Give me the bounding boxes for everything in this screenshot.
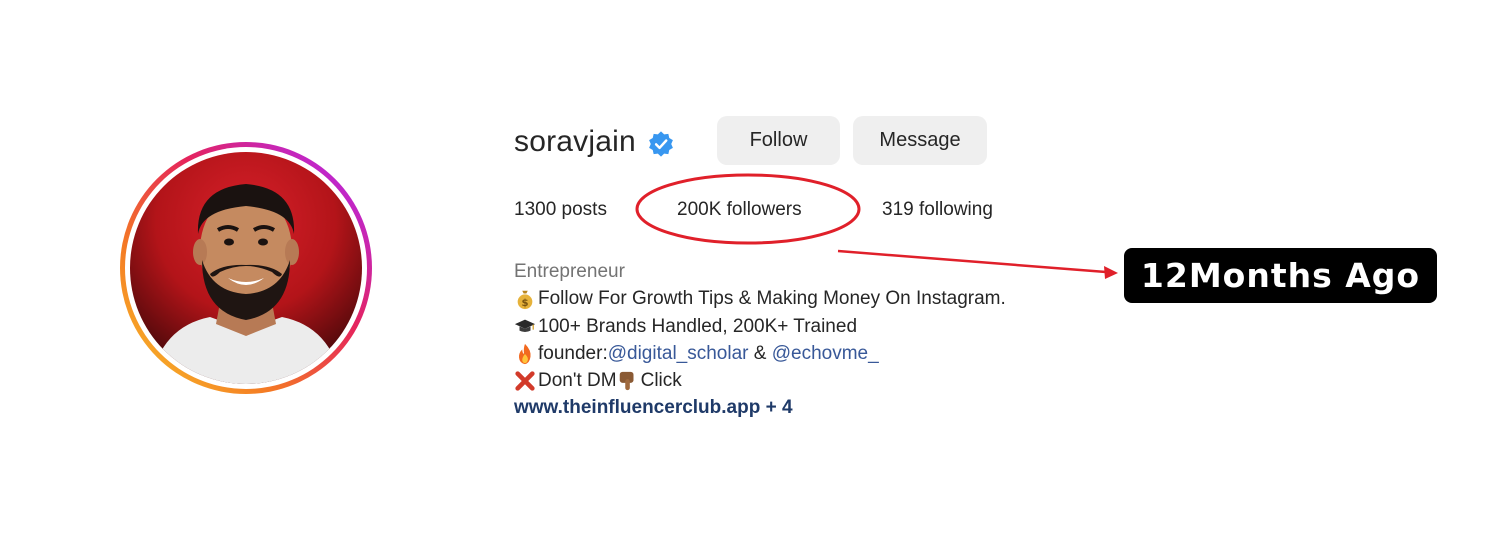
- verified-badge-icon: [649, 131, 673, 157]
- posts-count: 1300 posts: [514, 199, 607, 220]
- story-ring[interactable]: [120, 142, 372, 394]
- bio: Entrepreneur $ Follow For Growth Tips & …: [514, 258, 1006, 422]
- annotation-arrow-head: [1104, 266, 1118, 279]
- avatar-portrait: [150, 184, 342, 384]
- bio-line: 100+ Brands Handled, 200K+ Trained: [514, 313, 1006, 340]
- mention-echovme[interactable]: @echovme_: [772, 340, 879, 367]
- message-button[interactable]: Message: [853, 116, 987, 165]
- cross-mark-icon: [515, 371, 535, 391]
- mention-digital-scholar[interactable]: @digital_scholar: [608, 340, 749, 367]
- username[interactable]: soravjain: [514, 125, 636, 159]
- follow-button[interactable]: Follow: [717, 116, 840, 165]
- avatar[interactable]: [130, 152, 362, 384]
- bio-link[interactable]: www.theinfluencerclub.app + 4: [514, 394, 1006, 421]
- bio-line: $ Follow For Growth Tips & Making Money …: [514, 285, 1006, 312]
- bio-line-2: 100+ Brands Handled, 200K+ Trained: [538, 315, 858, 337]
- following-count[interactable]: 319 following: [882, 199, 993, 221]
- svg-text:$: $: [521, 298, 528, 309]
- bio-line: Don't DM Click: [514, 367, 1006, 394]
- bio-line-4a: Don't DM: [538, 370, 617, 392]
- fire-icon: [518, 343, 531, 364]
- bio-line-3-prefix: founder:: [538, 342, 608, 364]
- bio-line-3-amp: &: [748, 342, 772, 364]
- annotation-callout: 12Months Ago: [1124, 248, 1437, 303]
- bio-line-4b: Click: [640, 370, 682, 392]
- bio-category: Entrepreneur: [514, 261, 625, 282]
- money-bag-icon: $: [517, 290, 533, 310]
- followers-count[interactable]: 200K followers: [677, 199, 802, 221]
- bio-line: founder: @digital_scholar & @echovme_: [514, 340, 1006, 367]
- graduation-cap-icon: [514, 319, 536, 333]
- pointing-down-icon: [619, 371, 634, 390]
- bio-line-1: Follow For Growth Tips & Making Money On…: [538, 288, 1006, 310]
